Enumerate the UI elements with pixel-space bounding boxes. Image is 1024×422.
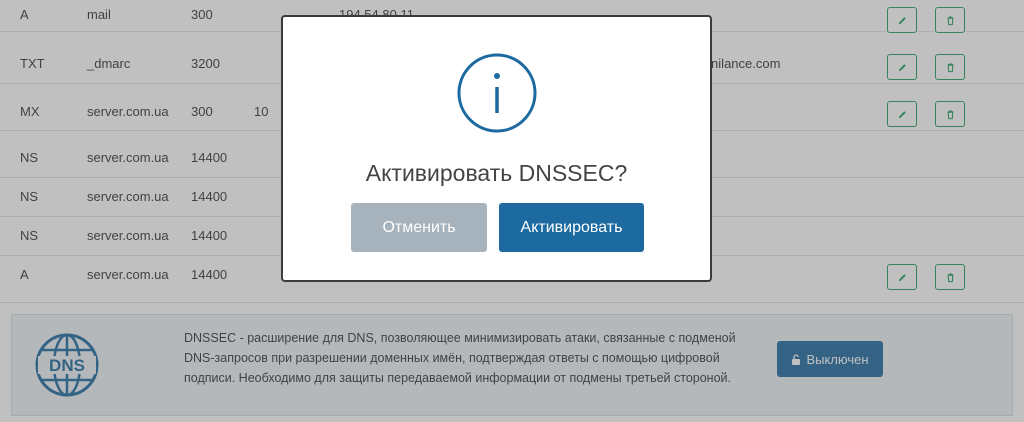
info-icon [457,53,537,133]
cancel-button[interactable]: Отменить [351,203,487,252]
activate-dnssec-dialog: Активировать DNSSEC? Отменить Активирова… [281,15,712,282]
dialog-title: Активировать DNSSEC? [365,160,628,186]
activate-button[interactable]: Активировать [499,203,644,252]
